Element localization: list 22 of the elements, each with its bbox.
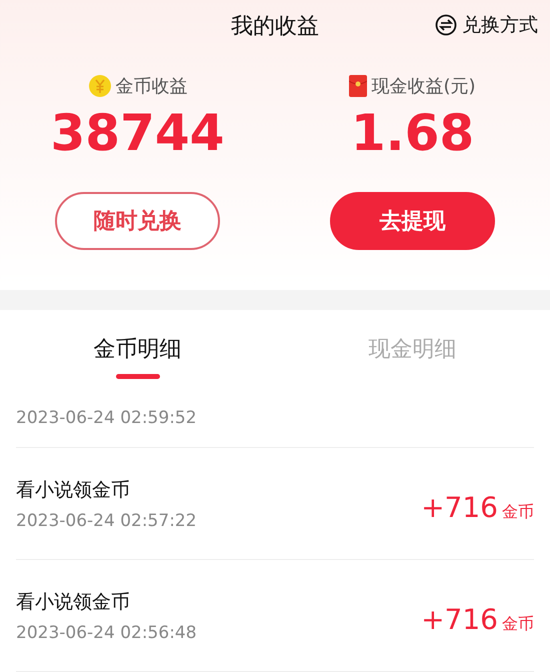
tab[interactable]: 现金明细 [275, 320, 550, 378]
record-unit: 金币 [502, 502, 534, 523]
page-title: 我的收益 [231, 13, 319, 41]
tab[interactable]: 金币明细 [0, 320, 275, 378]
withdraw-button[interactable]: 去提现 [330, 192, 495, 250]
record-unit: 金币 [502, 614, 534, 635]
record-title: 看小说领金币 [16, 590, 131, 614]
record-title: 看小说领金币 [16, 478, 131, 502]
envelope-icon [349, 75, 368, 97]
record-amount: +716 [421, 491, 498, 524]
record-time: 2023-06-24 02:59:52 [16, 408, 197, 428]
exchange-method-link[interactable]: 兑换方式 [435, 12, 538, 38]
balance-value: 1.68 [350, 103, 474, 164]
record-time: 2023-06-24 02:57:22 [16, 510, 197, 530]
record-amount: +716 [421, 603, 498, 636]
balance-label: 金币收益 [116, 75, 188, 98]
record-time: 2023-06-24 02:56:48 [16, 622, 197, 642]
swap-icon [435, 14, 457, 36]
coin-icon [88, 74, 112, 98]
balance-label: 现金收益(元) [371, 75, 476, 98]
exchange-button[interactable]: 随时兑换 [55, 192, 220, 250]
balance-value: 38744 [50, 103, 224, 164]
